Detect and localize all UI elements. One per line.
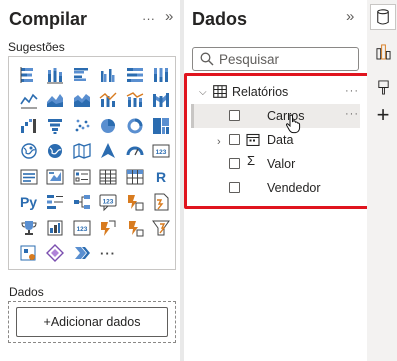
format-pane-toggle[interactable] xyxy=(370,74,396,100)
donut-chart-icon[interactable] xyxy=(122,113,147,138)
build-pane-toggle[interactable] xyxy=(370,38,396,64)
data-pane-toggle[interactable] xyxy=(370,4,396,30)
qa-icon-label: 123 xyxy=(103,199,114,206)
power-automate-icon[interactable]: 123 xyxy=(69,215,94,240)
add-data-button[interactable]: +Adicionar dados xyxy=(16,307,168,337)
compilar-expand-icon[interactable]: » xyxy=(165,9,173,24)
paginated-report-icon[interactable] xyxy=(149,190,174,215)
line-clustered-column-icon[interactable] xyxy=(96,88,121,113)
filled-map-icon[interactable] xyxy=(43,139,68,164)
compilar-title: Compilar xyxy=(9,9,88,29)
power-automate-label: 123 xyxy=(76,226,87,233)
search-input[interactable] xyxy=(219,50,354,69)
line-chart-icon[interactable] xyxy=(16,88,41,113)
sugestoes-label: Sugestões xyxy=(8,40,65,54)
card-icon-label: 123 xyxy=(156,149,167,156)
key-influencers-icon[interactable] xyxy=(43,190,68,215)
python-visual-label: Py xyxy=(19,194,38,210)
search-box[interactable] xyxy=(192,47,359,71)
dados-section-label: Dados xyxy=(9,285,44,299)
treemap-icon[interactable] xyxy=(149,113,174,138)
custom-visual-icon[interactable] xyxy=(96,215,121,240)
clustered-bar-icon[interactable] xyxy=(69,62,94,87)
add-data-drop-zone[interactable]: +Adicionar dados xyxy=(8,301,176,343)
python-visual-icon[interactable]: Py xyxy=(16,190,41,215)
scatter-icon[interactable] xyxy=(69,113,94,138)
dados-pane: Dados » ⌵ Relatórios ··· Carros ··· › Da… xyxy=(184,0,371,361)
power-apps-icon[interactable] xyxy=(43,215,68,240)
table-icon[interactable] xyxy=(96,164,121,189)
format-brush-icon xyxy=(377,79,389,95)
chevron-visual-icon[interactable] xyxy=(69,241,94,266)
custom-visual-4-icon[interactable] xyxy=(16,241,41,266)
pie-chart-icon[interactable] xyxy=(96,113,121,138)
card-icon[interactable]: 123 xyxy=(149,139,174,164)
shape-map-icon[interactable] xyxy=(69,139,94,164)
custom-visual-2-icon[interactable] xyxy=(122,215,147,240)
more-visuals-glyph: ··· xyxy=(100,245,116,261)
custom-visual-3-icon[interactable] xyxy=(149,215,174,240)
compilar-pane: Compilar ··· » Sugestões 123 R Py 123 12… xyxy=(0,0,180,361)
gauge-icon[interactable] xyxy=(122,139,147,164)
add-icon[interactable]: + xyxy=(370,102,396,128)
compilar-more-options-icon[interactable]: ··· xyxy=(142,12,155,26)
search-icon xyxy=(200,52,214,66)
kpi-icon[interactable] xyxy=(43,164,68,189)
ribbon-chart-icon[interactable] xyxy=(149,88,174,113)
area-chart-icon[interactable] xyxy=(43,88,68,113)
slicer-icon[interactable] xyxy=(69,164,94,189)
dados-title: Dados xyxy=(192,9,248,29)
r-visual-label: R xyxy=(155,168,167,185)
visualizations-grid: 123 R Py 123 123 ··· xyxy=(8,56,176,270)
r-visual-icon[interactable]: R xyxy=(149,164,174,189)
more-visuals-icon[interactable]: ··· xyxy=(96,241,121,266)
map-icon[interactable] xyxy=(16,139,41,164)
smart-narrative-icon[interactable] xyxy=(122,190,147,215)
database-icon xyxy=(377,9,389,25)
build-visual-icon xyxy=(375,43,391,59)
decomposition-tree-icon[interactable] xyxy=(69,190,94,215)
dados-expand-icon[interactable]: » xyxy=(346,9,354,24)
multi-row-card-icon[interactable] xyxy=(16,164,41,189)
stacked-bar-icon[interactable] xyxy=(16,62,41,87)
waterfall-icon[interactable] xyxy=(16,113,41,138)
clustered-column-icon[interactable] xyxy=(96,62,121,87)
diamond-icon[interactable] xyxy=(43,241,68,266)
funnel-icon[interactable] xyxy=(43,113,68,138)
100-stacked-column-icon[interactable] xyxy=(149,62,174,87)
right-rail: + xyxy=(367,0,397,361)
highlight-box xyxy=(184,73,371,209)
stacked-area-icon[interactable] xyxy=(69,88,94,113)
100-stacked-bar-icon[interactable] xyxy=(122,62,147,87)
stacked-column-icon[interactable] xyxy=(43,62,68,87)
line-stacked-column-icon[interactable] xyxy=(122,88,147,113)
qa-icon[interactable]: 123 xyxy=(96,190,121,215)
azure-map-icon[interactable] xyxy=(96,139,121,164)
matrix-icon[interactable] xyxy=(122,164,147,189)
trophy-icon[interactable] xyxy=(16,215,41,240)
